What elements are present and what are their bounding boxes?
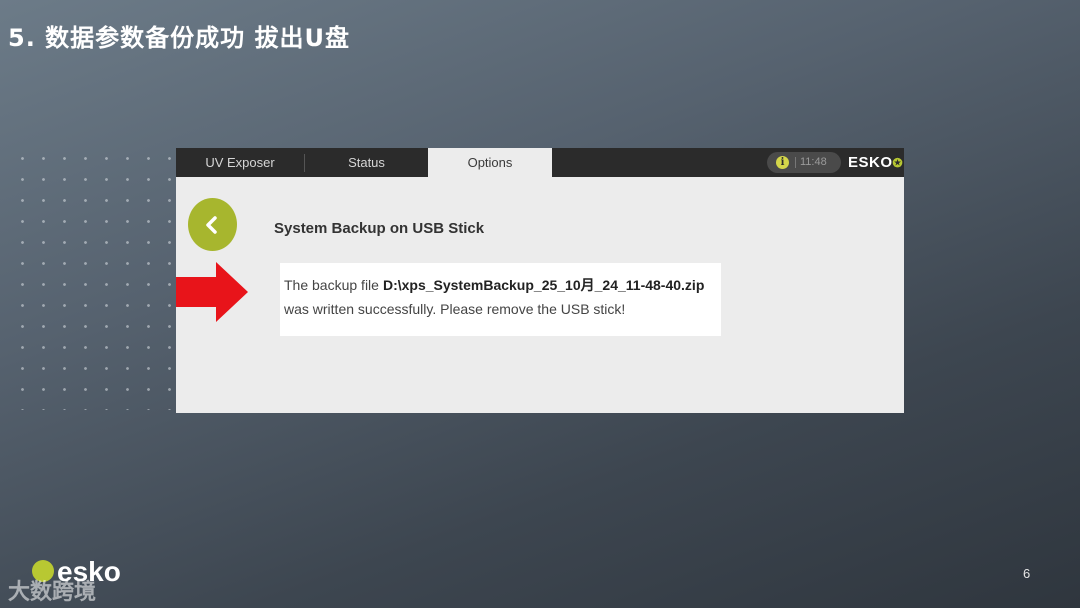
brand-text: ESKO [848, 154, 893, 171]
page-heading: System Backup on USB Stick [274, 220, 485, 237]
message-line-2: was written successfully. Please remove … [284, 301, 626, 317]
red-arrow-icon [176, 262, 248, 322]
page-number: 6 [1023, 566, 1031, 581]
watermark: 大数跨境 [8, 580, 97, 605]
tab-uv-exposer[interactable]: UV Exposer [176, 148, 304, 177]
top-bar: UV Exposer Status Options i 11:48 ESKO✪ [176, 148, 904, 177]
app-window: UV Exposer Status Options i 11:48 ESKO✪ … [176, 148, 904, 413]
backup-filename: D:\xps_SystemBackup_25_10月_24_11-48-40.z… [382, 277, 705, 293]
esko-star-icon: ✪ [892, 156, 904, 170]
chevron-left-icon [206, 216, 217, 234]
status-pill[interactable]: i 11:48 [767, 152, 841, 173]
clock-time: 11:48 [800, 156, 827, 168]
message-line-1: The backup file D:\xps_SystemBackup_25_10… [284, 275, 704, 295]
message-box: The backup file D:\xps_SystemBackup_25_10… [280, 263, 721, 336]
pill-divider [795, 157, 796, 168]
slide-title: 5. 数据参数备份成功 拔出U盘 [8, 24, 351, 52]
message-prefix: The backup file [284, 277, 379, 293]
esko-brand-logo: ESKO✪ [848, 148, 903, 177]
info-icon[interactable]: i [776, 156, 789, 169]
tab-status[interactable]: Status [305, 148, 428, 177]
tab-options[interactable]: Options [428, 148, 552, 177]
back-button[interactable] [188, 198, 237, 251]
